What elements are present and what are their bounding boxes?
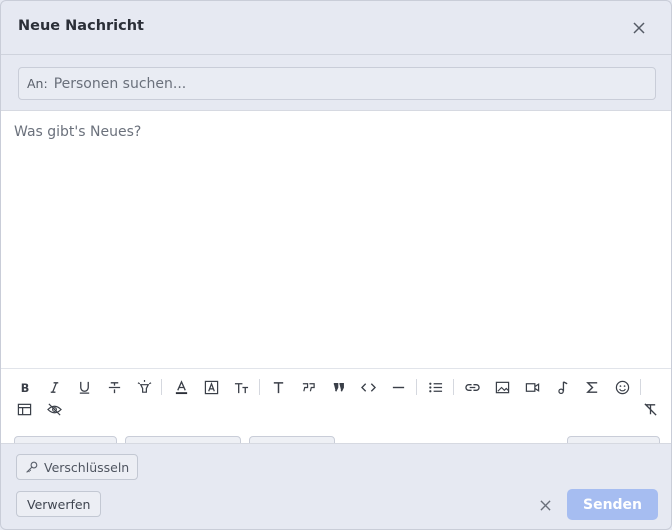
table-icon: [17, 403, 31, 415]
attachment-chip[interactable]: [567, 436, 660, 443]
close-button[interactable]: [629, 18, 649, 38]
key-icon: [26, 461, 38, 473]
editor-placeholder: Was gibt's Neues?: [14, 124, 142, 140]
underline-button[interactable]: [73, 376, 95, 398]
attachment-chip[interactable]: [249, 436, 335, 443]
recipient-label: An:: [27, 76, 48, 91]
video-button[interactable]: [521, 376, 543, 398]
italic-icon: [50, 381, 58, 393]
spoiler-button[interactable]: [43, 398, 65, 420]
formatting-toolbar: B: [1, 368, 671, 430]
background-color-icon: [204, 380, 218, 394]
bold-icon: B: [20, 382, 29, 395]
close-icon: [539, 499, 551, 511]
emoji-icon: [615, 380, 629, 394]
bullet-list-icon: [428, 382, 442, 392]
code-icon: [360, 382, 376, 392]
send-button[interactable]: Senden: [567, 489, 658, 520]
blockquote-button[interactable]: [297, 376, 319, 398]
strikethrough-icon: [108, 381, 120, 393]
toolbar-divider: [161, 379, 162, 395]
link-button[interactable]: [461, 376, 483, 398]
bold-button[interactable]: B: [13, 376, 35, 398]
attachment-chip[interactable]: [125, 436, 241, 443]
cancel-schedule-button[interactable]: [535, 495, 555, 515]
italic-button[interactable]: [43, 376, 65, 398]
text-color-icon: [175, 379, 187, 394]
discard-button[interactable]: Verwerfen: [16, 491, 102, 517]
code-button[interactable]: [357, 376, 379, 398]
attachment-chip[interactable]: [14, 436, 117, 443]
background-color-button[interactable]: [200, 376, 222, 398]
message-editor[interactable]: Was gibt's Neues?: [1, 110, 671, 368]
heading-button[interactable]: [267, 376, 289, 398]
new-message-dialog: Neue Nachricht An: Was gibt's Neues? B: [0, 0, 672, 530]
bullet-list-button[interactable]: [424, 376, 446, 398]
attachment-strip: [1, 430, 671, 444]
audio-icon: [557, 380, 567, 394]
heading-icon: [273, 381, 283, 393]
math-button[interactable]: [581, 376, 603, 398]
encrypt-button[interactable]: Verschlüsseln: [16, 454, 139, 480]
table-button[interactable]: [13, 398, 35, 420]
underline-icon: [79, 381, 89, 394]
close-icon: [633, 22, 645, 34]
math-icon: [585, 381, 597, 393]
encrypt-label: Verschlüsseln: [44, 459, 130, 475]
toolbar-divider: [259, 379, 260, 395]
toolbar-divider: [416, 379, 417, 395]
emoji-button[interactable]: [611, 376, 633, 398]
blockquote-icon: [302, 382, 315, 391]
font-size-button[interactable]: [230, 376, 252, 398]
toolbar-divider: [453, 379, 454, 395]
audio-button[interactable]: [551, 376, 573, 398]
spoiler-icon: [46, 402, 62, 416]
clear-format-button[interactable]: [639, 398, 661, 420]
image-icon: [495, 381, 509, 393]
send-label: Senden: [582, 496, 643, 513]
text-color-button[interactable]: [170, 376, 192, 398]
font-size-icon: [234, 382, 248, 393]
horizontal-rule-icon: [392, 386, 404, 388]
quote-icon: [333, 382, 344, 392]
horizontal-rule-button[interactable]: [387, 376, 409, 398]
toolbar-divider: [640, 379, 641, 395]
highlight-icon: [137, 379, 151, 393]
svg-text:B: B: [20, 382, 29, 395]
image-button[interactable]: [491, 376, 513, 398]
recipient-field[interactable]: An:: [18, 67, 656, 100]
strikethrough-button[interactable]: [103, 376, 125, 398]
dialog-header: Neue Nachricht: [1, 1, 671, 55]
highlight-button[interactable]: [133, 376, 155, 398]
recipient-search-input[interactable]: [53, 75, 614, 92]
clear-format-icon: [643, 402, 657, 416]
link-icon: [464, 383, 480, 391]
quote-button[interactable]: [327, 376, 349, 398]
video-icon: [525, 382, 539, 392]
discard-label: Verwerfen: [27, 496, 91, 512]
dialog-title: Neue Nachricht: [18, 18, 144, 34]
